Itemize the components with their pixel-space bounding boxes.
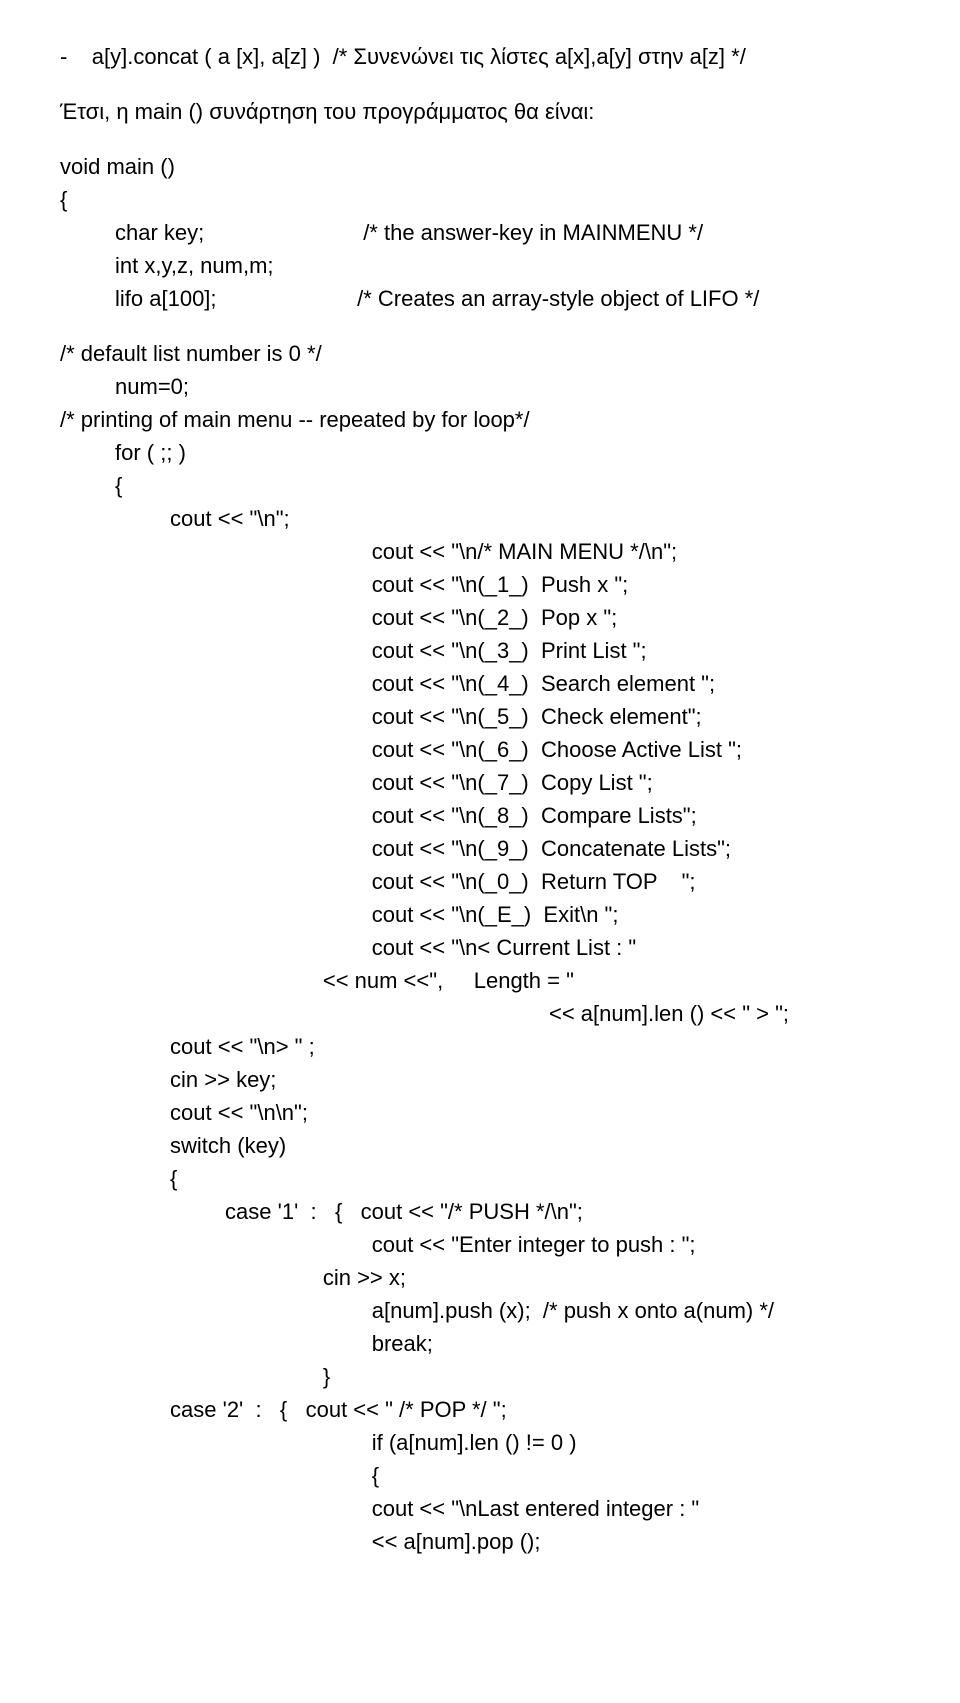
code-line: cout << "\n> " ; bbox=[60, 1030, 900, 1063]
code-line: lifo a[100]; /* Creates an array-style o… bbox=[60, 282, 900, 315]
code-line: case '1' : { cout << "/* PUSH */\n"; bbox=[60, 1195, 900, 1228]
code-line: /* default list number is 0 */ bbox=[60, 337, 900, 370]
code-line: switch (key) bbox=[60, 1129, 900, 1162]
code-line: cout << "\n(_0_) Return TOP "; bbox=[60, 865, 900, 898]
code-line: cout << "\n(_4_) Search element "; bbox=[60, 667, 900, 700]
code-line: Έτσι, η main () συνάρτηση του προγράμματ… bbox=[60, 95, 900, 128]
code-line: cout << "\n"; bbox=[60, 502, 900, 535]
code-line: /* printing of main menu -- repeated by … bbox=[60, 403, 900, 436]
code-line: cout << "\n(_3_) Print List "; bbox=[60, 634, 900, 667]
code-line: << a[num].len () << " > "; bbox=[60, 997, 900, 1030]
code-line: cout << "\n(_2_) Pop x "; bbox=[60, 601, 900, 634]
code-line: cout << "\n< Current List : " bbox=[60, 931, 900, 964]
code-line: cout << "\n(_6_) Choose Active List "; bbox=[60, 733, 900, 766]
code-line: a[num].push (x); /* push x onto a(num) *… bbox=[60, 1294, 900, 1327]
code-line: cout << "\n(_8_) Compare Lists"; bbox=[60, 799, 900, 832]
code-line: case '2' : { cout << " /* POP */ "; bbox=[60, 1393, 900, 1426]
code-line: } bbox=[60, 1360, 900, 1393]
code-line: cout << "\n/* MAIN MENU */\n"; bbox=[60, 535, 900, 568]
code-line: cin >> x; bbox=[60, 1261, 900, 1294]
code-line: if (a[num].len () != 0 ) bbox=[60, 1426, 900, 1459]
code-line: cout << "\nLast entered integer : " bbox=[60, 1492, 900, 1525]
code-line: num=0; bbox=[60, 370, 900, 403]
code-line: cout << "\n(_E_) Exit\n "; bbox=[60, 898, 900, 931]
code-line: { bbox=[60, 183, 900, 216]
code-line: cout << "\n(_7_) Copy List "; bbox=[60, 766, 900, 799]
code-line: cin >> key; bbox=[60, 1063, 900, 1096]
code-line: cout << "\n(_5_) Check element"; bbox=[60, 700, 900, 733]
code-line: << num <<", Length = " bbox=[60, 964, 900, 997]
code-line: { bbox=[60, 1459, 900, 1492]
code-line bbox=[60, 315, 900, 337]
code-line: void main () bbox=[60, 150, 900, 183]
code-line: { bbox=[60, 1162, 900, 1195]
code-line: { bbox=[60, 469, 900, 502]
code-line: cout << "\n(_1_) Push x "; bbox=[60, 568, 900, 601]
code-line: cout << "\n\n"; bbox=[60, 1096, 900, 1129]
code-line: char key; /* the answer-key in MAINMENU … bbox=[60, 216, 900, 249]
code-line: << a[num].pop (); bbox=[60, 1525, 900, 1558]
code-line: - a[y].concat ( a [x], a[z] ) /* Συνενών… bbox=[60, 40, 900, 73]
code-line: int x,y,z, num,m; bbox=[60, 249, 900, 282]
code-line: cout << "\n(_9_) Concatenate Lists"; bbox=[60, 832, 900, 865]
code-line: break; bbox=[60, 1327, 900, 1360]
code-line: for ( ;; ) bbox=[60, 436, 900, 469]
code-line bbox=[60, 73, 900, 95]
code-line: cout << "Enter integer to push : "; bbox=[60, 1228, 900, 1261]
code-line bbox=[60, 128, 900, 150]
